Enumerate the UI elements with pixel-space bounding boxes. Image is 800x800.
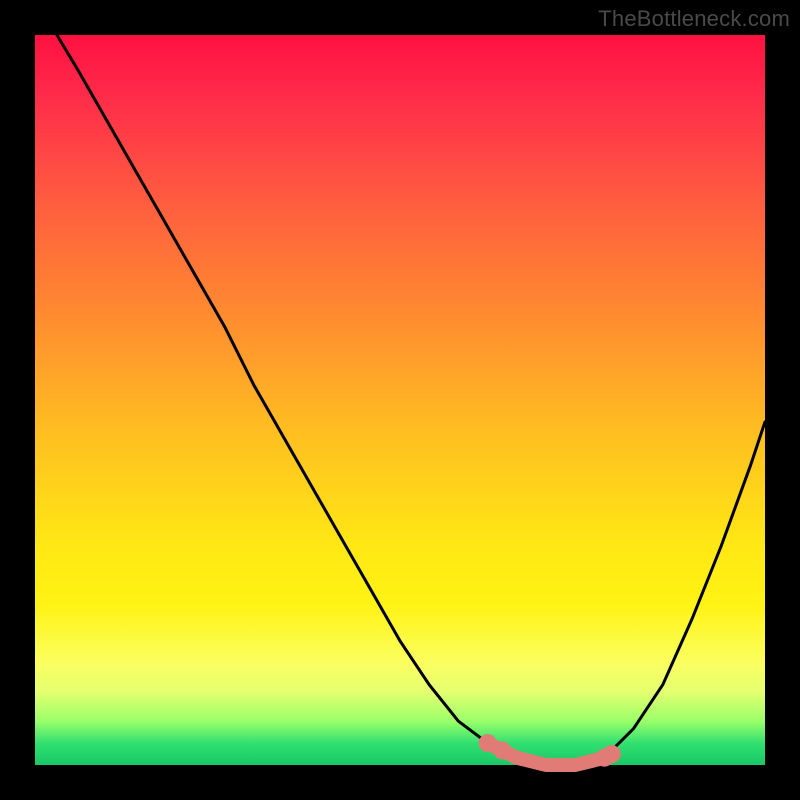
chart-frame: TheBottleneck.com xyxy=(0,0,800,800)
highlight-dot xyxy=(603,745,621,763)
watermark-text: TheBottleneck.com xyxy=(598,6,790,32)
plot-area xyxy=(35,35,765,765)
curve-path xyxy=(35,6,765,765)
bottleneck-curve xyxy=(35,35,765,765)
highlight-dot xyxy=(493,741,511,759)
